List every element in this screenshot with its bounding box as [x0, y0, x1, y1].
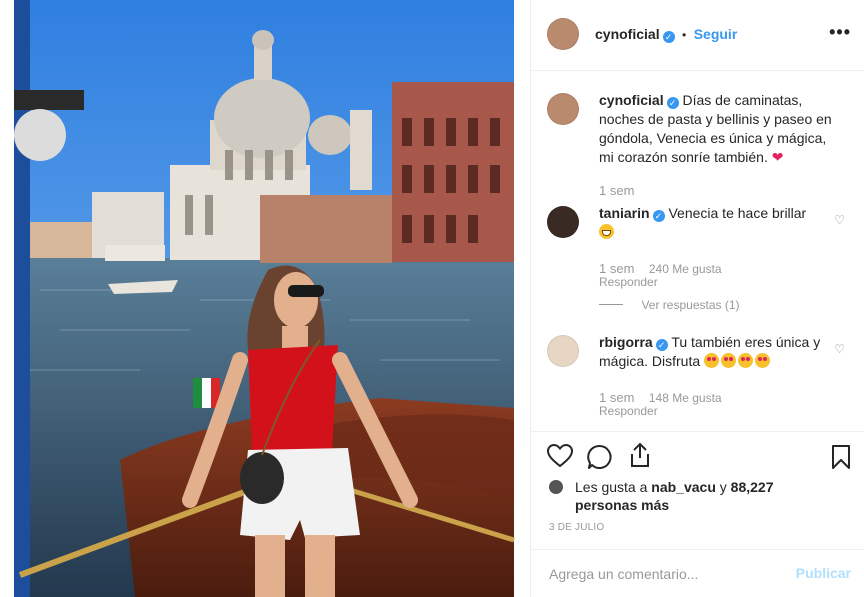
verified-badge-icon: ✓ [662, 31, 675, 43]
view-replies-label[interactable]: Ver respuestas (1) [641, 298, 739, 312]
comment-time[interactable]: 1 sem [599, 261, 634, 276]
share-icon[interactable] [628, 442, 652, 468]
comment-icon[interactable] [587, 444, 613, 470]
comment-time[interactable]: 1 sem [599, 390, 634, 405]
comment-text-block: rbigorra ✓ Tu también eres única y mágica… [599, 333, 835, 371]
comments-list[interactable]: cynoficial ✓ Días de caminatas, noches de… [531, 71, 864, 431]
likes-prefix: Les gusta a [575, 479, 648, 495]
view-replies[interactable]: Ver respuestas (1) [599, 296, 740, 314]
post-side-panel: cynoficial ✓ • Seguir ••• cynoficial ✓ Día… [530, 0, 864, 597]
comment-like-heart-icon[interactable]: ♡ [834, 342, 845, 356]
comment-input[interactable] [547, 562, 781, 586]
author-username[interactable]: cynoficial [595, 26, 660, 42]
heart-eyes-face-icon [721, 353, 737, 368]
verified-badge-icon: ✓ [666, 97, 679, 109]
red-heart-icon: ❤ [771, 149, 784, 165]
grinning-face-icon [599, 224, 614, 239]
verified-badge-icon: ✓ [652, 210, 665, 222]
post-actions: Les gusta a nab_vacu y 88,227 personas m… [531, 431, 864, 556]
post-header: cynoficial ✓ • Seguir ••• [531, 0, 864, 71]
verified-badge-icon: ✓ [655, 339, 668, 351]
caption-time[interactable]: 1 sem [599, 183, 634, 198]
header-separator: • [682, 28, 687, 42]
comment-likes[interactable]: 148 Me gusta [649, 391, 722, 405]
caption-username[interactable]: cynoficial [599, 92, 664, 108]
comment-username[interactable]: rbigorra [599, 334, 653, 350]
reply-button[interactable]: Responder [599, 275, 658, 289]
likes-joiner: y [719, 479, 727, 495]
reply-button[interactable]: Responder [599, 404, 658, 418]
liker-avatar[interactable] [549, 480, 563, 494]
bookmark-icon[interactable] [831, 444, 851, 470]
heart-eyes-face-icon [755, 353, 771, 368]
comment-text: Venecia te hace brillar [668, 205, 807, 221]
comment-likes[interactable]: 240 Me gusta [649, 262, 722, 276]
commenter-avatar[interactable] [547, 206, 579, 238]
caption-text-block: cynoficial ✓ Días de caminatas, noches de… [599, 91, 835, 167]
more-options-icon[interactable]: ••• [829, 22, 851, 43]
heart-eyes-face-icon [704, 353, 720, 368]
author-avatar-small[interactable] [547, 93, 579, 125]
venice-photo-illustration [0, 0, 530, 597]
replies-line [599, 304, 623, 306]
post-photo[interactable] [0, 0, 530, 597]
author-avatar[interactable] [547, 18, 579, 50]
heart-icon[interactable] [547, 444, 573, 468]
publish-button[interactable]: Publicar [796, 565, 851, 581]
post-date[interactable]: 3 DE JULIO [549, 522, 604, 533]
commenter-avatar[interactable] [547, 335, 579, 367]
comment-text-block: taniarin ✓ Venecia te hace brillar [599, 204, 835, 242]
first-liker[interactable]: nab_vacu [651, 479, 716, 495]
comment-username[interactable]: taniarin [599, 205, 650, 221]
add-comment-bar: Publicar [531, 549, 864, 597]
heart-eyes-face-icon [738, 353, 754, 368]
follow-button[interactable]: Seguir [694, 26, 738, 42]
comment-like-heart-icon[interactable]: ♡ [834, 213, 845, 227]
